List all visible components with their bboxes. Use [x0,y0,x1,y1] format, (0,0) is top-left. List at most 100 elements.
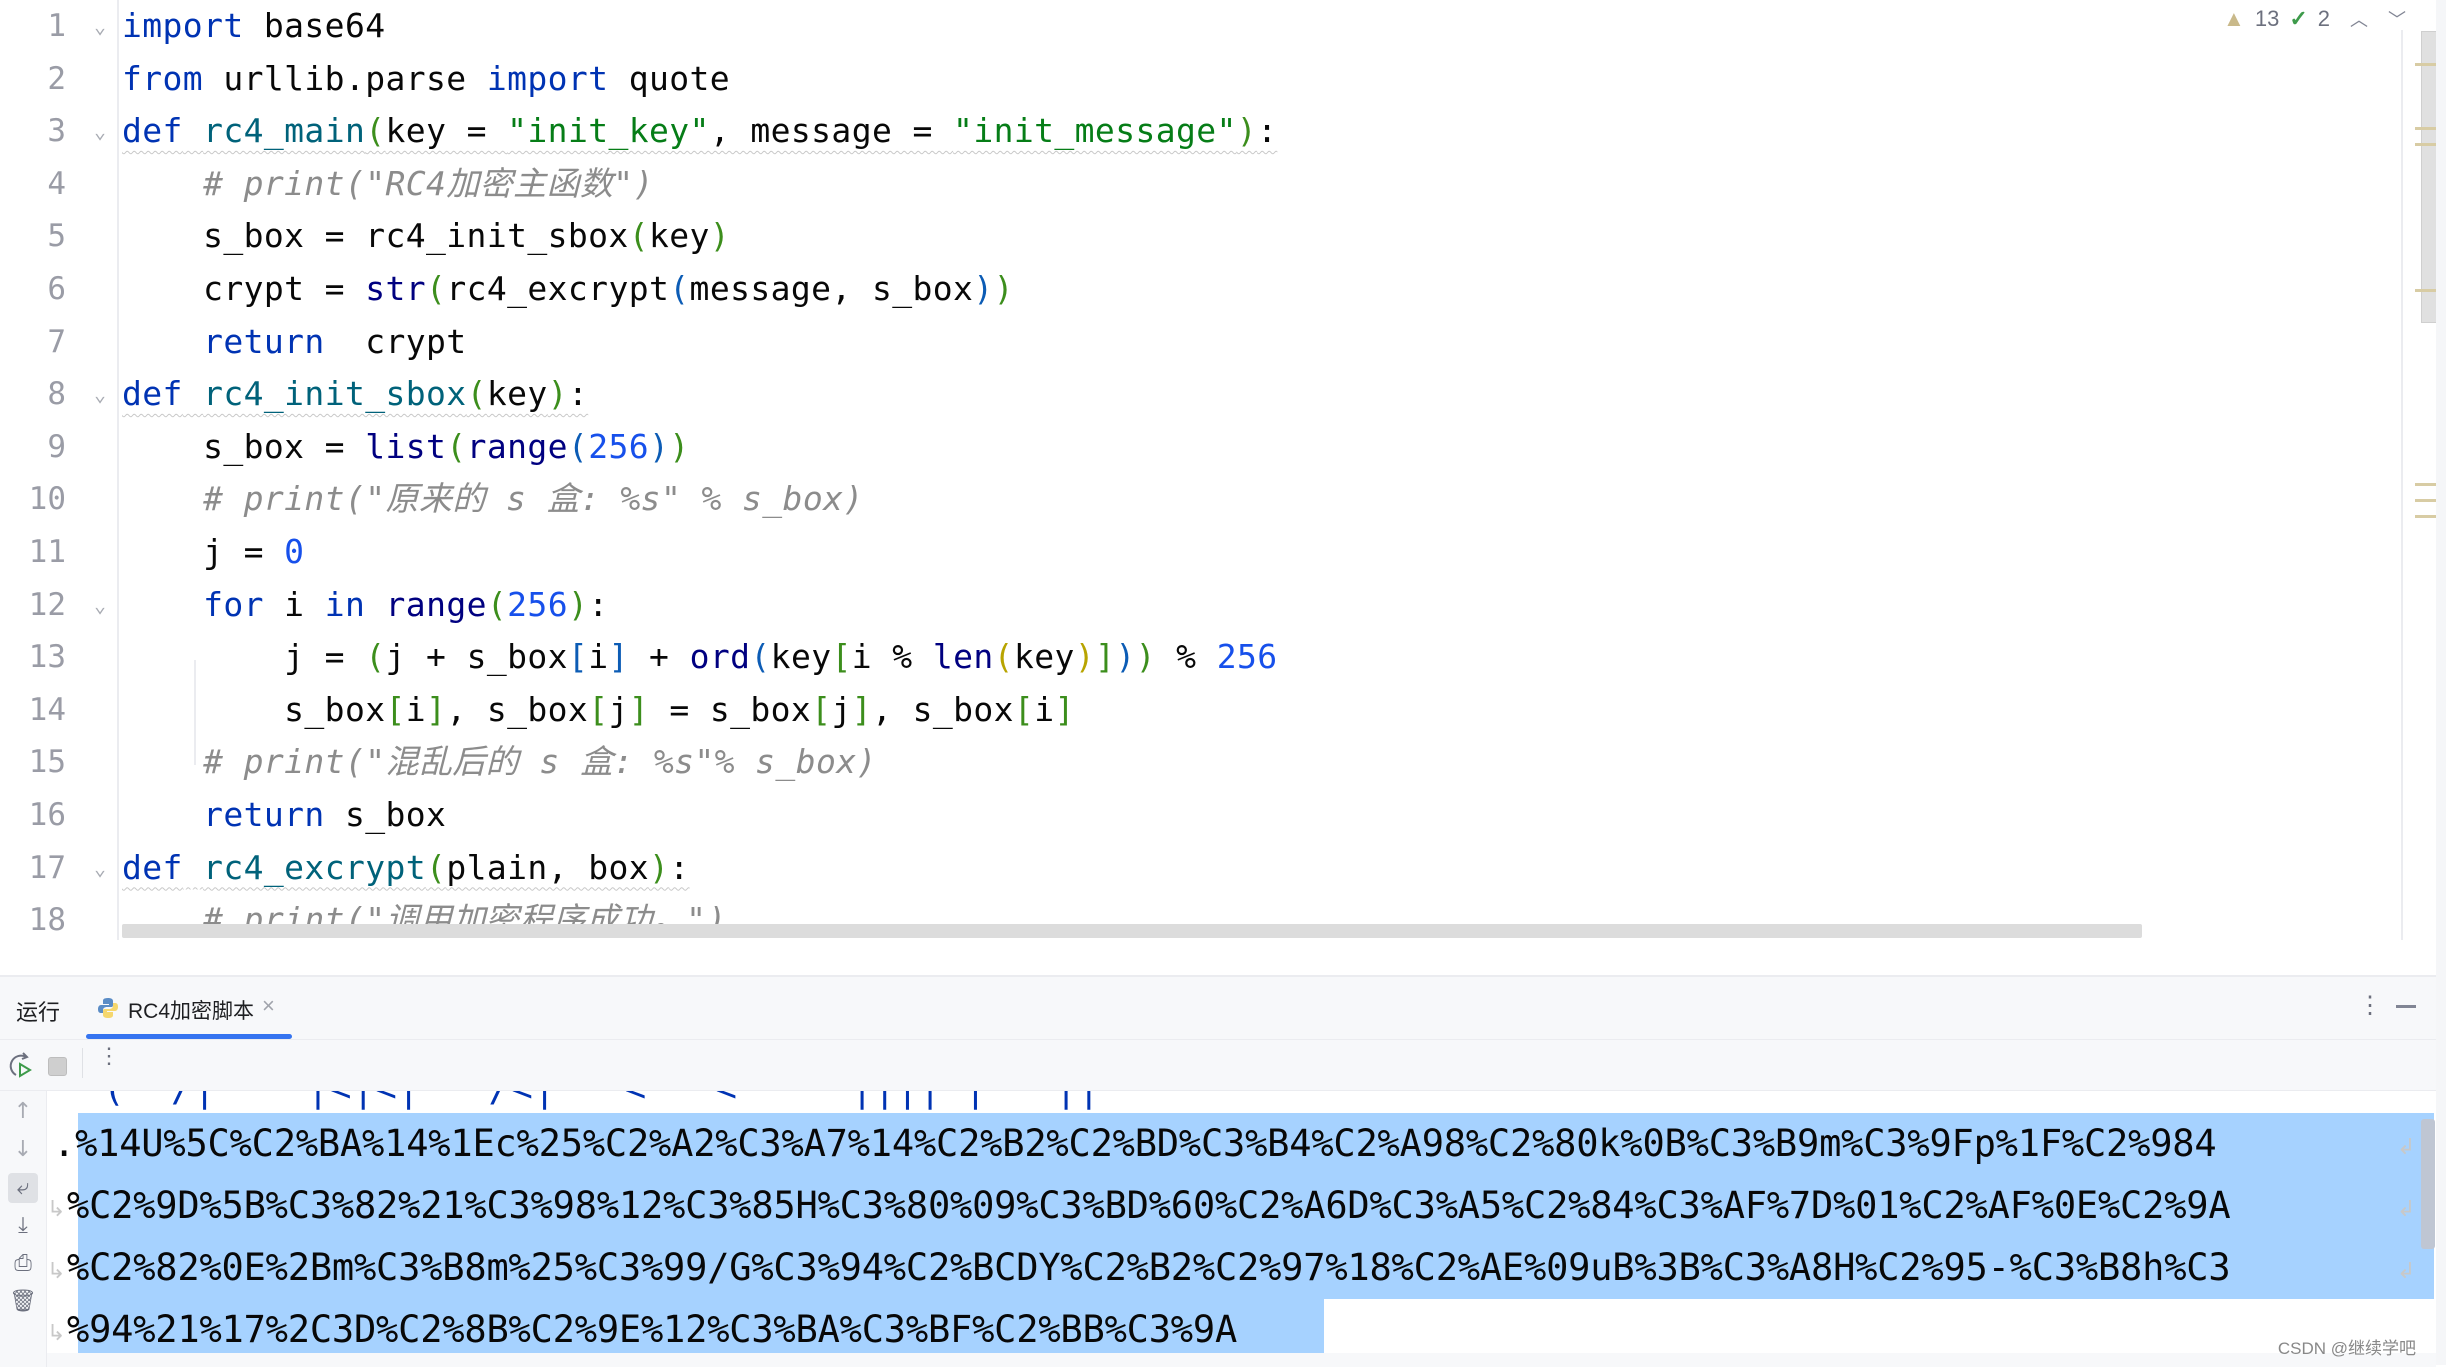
scroll-to-end-icon[interactable]: ⤓ [8,1211,38,1241]
soft-wrap-icon[interactable]: ⤶ [8,1173,38,1203]
code-line[interactable]: s_box = list(range(256)) [122,421,690,474]
down-arrow-icon[interactable]: ↓ [8,1135,38,1165]
code-line[interactable]: def rc4_main(key = "init_key", message =… [122,105,1277,158]
code-line[interactable]: import base64 [122,0,385,53]
code-token: return [203,321,325,361]
code-token: : [669,847,690,887]
code-line[interactable]: from urllib.parse import quote [122,53,730,106]
code-token: ) [1074,637,1096,677]
fold-chevron-icon[interactable]: ⌄ [88,579,112,632]
error-stripe-marker[interactable] [2415,515,2436,518]
code-line[interactable]: crypt = str(rc4_excrypt(message, s_box)) [122,263,1014,316]
console-output-line[interactable]: %C2%9D%5B%C3%82%21%C3%98%12%C3%85H%C3%80… [67,1175,2231,1237]
code-token: 256 [1216,637,1278,677]
fold-chevron-icon[interactable]: ⌄ [88,105,112,158]
line-number: 16 [28,797,66,833]
right-tool-strip [2436,0,2446,1365]
rerun-icon[interactable] [6,1050,34,1080]
code-token: s_box = rc4_init_sbox [122,216,629,256]
code-line[interactable]: for i in range(256): [122,579,609,632]
run-toolbar: ⋮ [0,1040,2436,1091]
code-token: ( [365,637,386,677]
code-token: ( [466,374,487,414]
code-editor[interactable]: 1 ⌄ 2 3 ⌄ 4 5 6 7 8 ⌄ 9 10 11 12 ⌄ 13 14 15 16 17 ⌄ 18 import … [0,0,2446,940]
error-stripe-marker[interactable] [2415,289,2436,292]
code-line[interactable]: j = 0 [122,526,304,579]
console-output-line[interactable]: .%14U%5C%C2%BA%14%1Ec%25%C2%A2%C3%A7%14%… [53,1113,2217,1175]
weak-warning-check-icon: ✓ [2289,6,2308,31]
code-token: range [466,426,568,466]
code-token: ) [1135,637,1156,677]
code-token: = s_box [649,689,812,729]
horizontal-scrollbar[interactable] [122,924,2142,938]
code-token: key [648,216,710,256]
code-line[interactable]: def rc4_excrypt(plain, box): [122,842,690,895]
fold-chevron-icon[interactable]: ⌄ [88,0,112,53]
code-token: urllib.parse [203,58,487,98]
code-line[interactable]: s_box[i], s_box[j] = s_box[j], s_box[i] [122,684,1075,737]
code-token: ) [547,374,568,414]
code-line[interactable]: # print("调用加密程序成功。") [122,894,727,947]
code-token: 0 [284,532,305,571]
up-arrow-icon[interactable]: ↑ [8,1097,38,1127]
line-number: 5 [47,218,66,255]
previous-output-line: ( /| |<|<| /<| < < |||| | || [103,1091,1101,1110]
error-stripe-marker[interactable] [2415,499,2436,502]
hide-panel-icon[interactable] [2396,1005,2416,1008]
panel-options-icon[interactable]: ⋮ [2358,991,2382,1020]
tab-rc4-script[interactable]: RC4加密脚本 × [86,977,292,1039]
code-token: [ [831,637,852,677]
code-token: rc4_excrypt [203,847,427,887]
code-line[interactable]: # print("原来的 s 盒: %s" % s_box) [122,473,864,526]
line-number: 8 [47,376,66,413]
trash-icon[interactable]: 🗑 [8,1287,38,1317]
fold-chevron-icon[interactable]: ⌄ [88,842,112,895]
more-actions-icon[interactable]: ⋮ [98,1044,120,1069]
console-output[interactable]: ( /| |<|<| /<| < < |||| | || .%14U%5C%C2… [47,1091,2436,1353]
code-line[interactable]: return crypt [122,316,467,369]
code-token: ) [709,216,731,256]
console-scrollbar[interactable] [2421,1119,2435,1249]
code-token: # print("RC4加密主函数") [122,163,654,203]
code-token: , message = [709,111,954,151]
fold-chevron-icon[interactable]: ⌄ [88,368,112,421]
line-number: 3 [47,113,66,150]
code-line[interactable]: s_box = rc4_init_sbox(key) [122,210,730,263]
code-token: ( [365,111,386,151]
line-number: 10 [28,481,66,518]
code-line[interactable]: j = (j + s_box[i] + ord(key[i % len(key)… [122,631,1278,684]
code-line[interactable]: # print("混乱后的 s 盒: %s"% s_box) [122,736,877,789]
code-token: ) [567,584,589,624]
code-token: [ [1013,689,1035,729]
console-output-line[interactable]: %94%21%17%2C3D%C2%8B%C2%9E%12%C3%BA%C3%B… [67,1299,1237,1353]
code-token: def [122,111,183,151]
code-token: i [263,584,325,624]
active-tab-indicator [86,1034,292,1039]
console-output-line[interactable]: %C2%82%0E%2Bm%C3%B8m%25%C3%99/G%C3%94%C2… [67,1237,2231,1299]
code-line[interactable]: # print("RC4加密主函数") [122,158,654,211]
next-highlight-icon[interactable]: ﹀ [2388,6,2406,32]
error-stripe-marker[interactable] [2415,143,2436,146]
code-token: # print("原来的 s 盒: %s" % s_box) [122,479,864,519]
error-stripe-marker[interactable] [2415,483,2436,486]
error-stripe-marker[interactable] [2415,63,2436,66]
error-stripe-marker[interactable] [2415,127,2436,130]
vertical-scrollbar[interactable] [2421,31,2437,323]
code-token: : [567,374,589,414]
previous-highlight-icon[interactable]: ︿ [2350,6,2368,32]
stop-icon[interactable] [48,1057,67,1076]
code-token: : [588,584,609,624]
run-panel-title: 运行 [16,1000,61,1025]
print-icon[interactable]: ⎙ [8,1249,38,1279]
code-token: j = [122,532,285,571]
code-token: ] [1095,637,1116,677]
code-line[interactable]: return s_box [122,789,446,842]
inspection-widget[interactable]: ▲ 13 ✓ 2 ︿ ﹀ [2223,4,2406,34]
code-line[interactable]: def rc4_init_sbox(key): [122,368,588,421]
code-token: ( [486,584,508,624]
code-token: ( [446,426,467,466]
close-tab-icon[interactable]: × [262,993,275,1019]
